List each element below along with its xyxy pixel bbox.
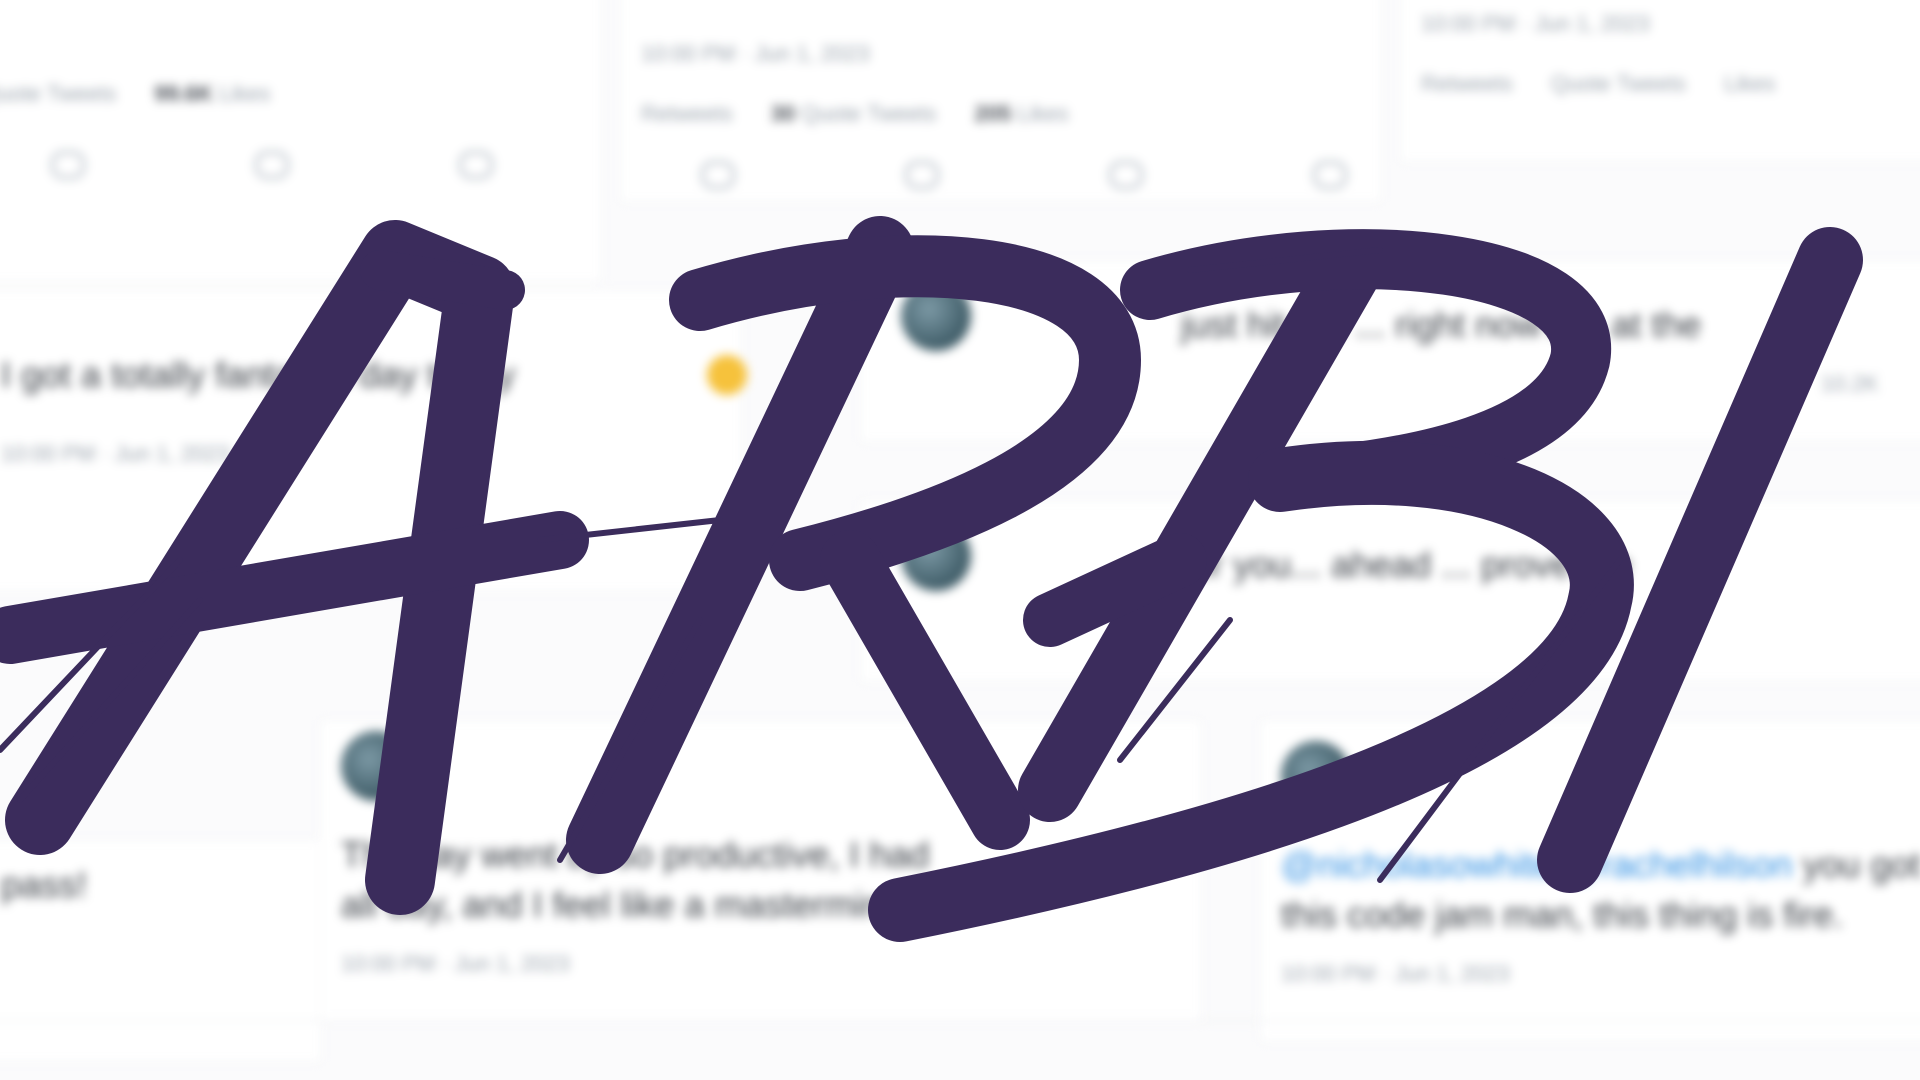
arbi-logo bbox=[0, 216, 1863, 942]
logo-letter-a bbox=[0, 220, 589, 915]
logo-letter-r bbox=[566, 216, 1141, 874]
stage: Quote Tweets 99.6KLikes I got a totally … bbox=[0, 0, 1920, 1080]
